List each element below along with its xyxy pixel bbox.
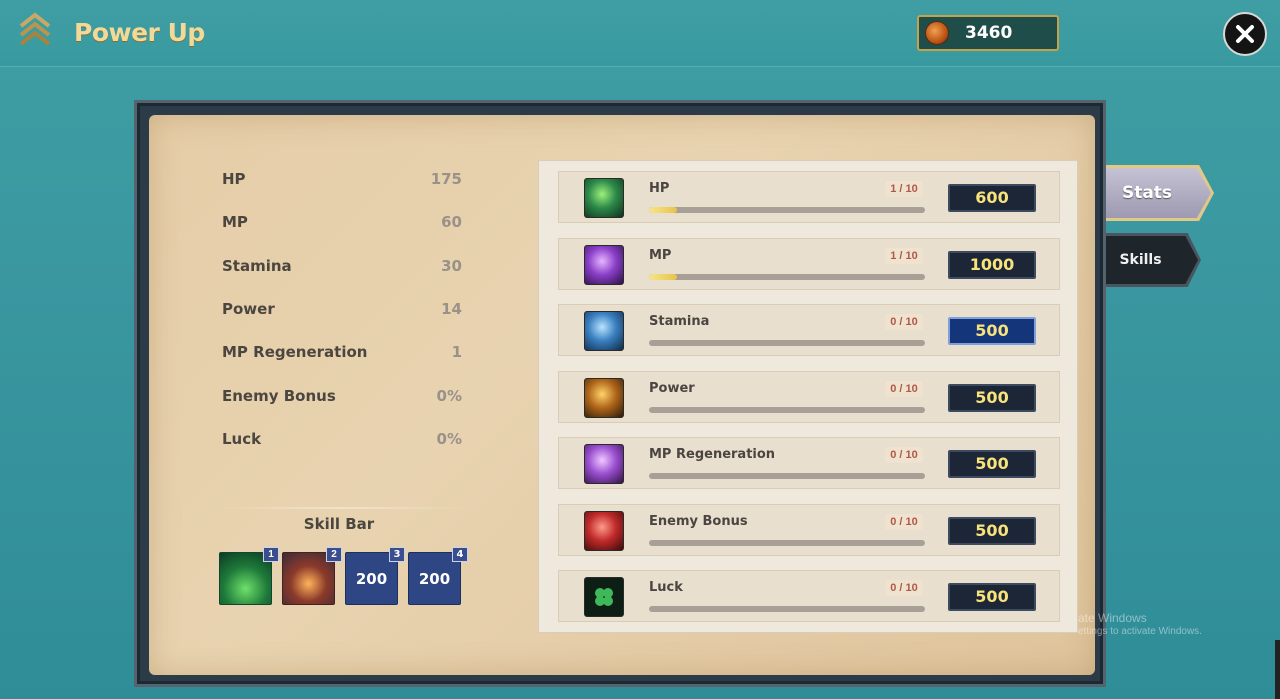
upgrade-row-luck: Luck 0 / 10 500: [558, 570, 1060, 622]
upgrade-buy-button[interactable]: 500: [948, 384, 1036, 412]
tab-skills[interactable]: Skills: [1093, 236, 1198, 284]
stat-row-hp: HP 175: [222, 168, 462, 190]
upgrade-buy-button[interactable]: 500: [948, 583, 1036, 611]
upgrade-row-stamina: Stamina 0 / 10 500: [558, 304, 1060, 356]
clover-shape: [595, 588, 613, 606]
tab-stats[interactable]: Stats: [1093, 168, 1211, 218]
rank-chevron-icon: [19, 12, 51, 46]
stat-label: HP: [222, 170, 246, 188]
stat-label: Power: [222, 300, 275, 318]
upgrade-buy-button[interactable]: 500: [948, 450, 1036, 478]
stat-label: MP: [222, 213, 248, 231]
upgrade-buy-button[interactable]: 500: [948, 317, 1036, 345]
upgrade-level: 0 / 10: [885, 381, 923, 397]
windows-activation-watermark: ate Windows ettings to activate Windows.: [1078, 611, 1202, 639]
upgrade-progress-track: [649, 274, 925, 280]
stat-label: MP Regeneration: [222, 343, 368, 361]
screen-edge: [1275, 640, 1280, 699]
stat-row-mp: MP 60: [222, 211, 462, 233]
currency-display: 3460: [917, 15, 1059, 51]
hp-orb-icon: [584, 178, 624, 218]
upgrade-row-hp: HP 1 / 10 600: [558, 171, 1060, 223]
stat-row-enemy-bonus: Enemy Bonus 0%: [222, 385, 462, 407]
enemy-bonus-crystal-icon: [584, 511, 624, 551]
upgrade-row-power: Power 0 / 10 500: [558, 371, 1060, 423]
slot-cost: 200: [418, 569, 451, 588]
skill-bar-title: Skill Bar: [303, 515, 375, 533]
mp-orb-icon: [584, 245, 624, 285]
upgrade-name: HP: [649, 181, 670, 196]
mp-regen-orb-icon: [584, 444, 624, 484]
page-title: Power Up: [74, 18, 205, 47]
upgrade-name: Power: [649, 381, 695, 396]
upgrade-name: Luck: [649, 580, 683, 595]
upgrade-progress-track: [649, 473, 925, 479]
upgrade-level: 1 / 10: [885, 181, 923, 197]
close-icon: [1236, 25, 1254, 43]
upgrade-name: MP Regeneration: [649, 447, 776, 462]
upgrade-row-enemy-bonus: Enemy Bonus 0 / 10 500: [558, 504, 1060, 556]
upgrade-row-mp: MP 1 / 10 1000: [558, 238, 1060, 290]
upgrade-name: MP: [649, 248, 672, 263]
stat-label: Enemy Bonus: [222, 387, 336, 405]
upgrade-progress-track: [649, 606, 925, 612]
stat-value: 30: [441, 257, 462, 275]
parchment-background: HP 175 MP 60 Stamina 30 Power 14 MP Rege…: [149, 115, 1095, 675]
skill-slot-3[interactable]: 200 3: [345, 547, 405, 605]
upgrade-level: 0 / 10: [885, 447, 923, 463]
currency-value: 3460: [965, 23, 1013, 43]
upgrade-progress-fill: [649, 274, 677, 280]
stat-value: 60: [441, 213, 462, 231]
upgrade-name: Enemy Bonus: [649, 514, 748, 529]
stat-row-stamina: Stamina 30: [222, 255, 462, 277]
stat-value: 0%: [436, 387, 462, 405]
power-orb-icon: [584, 378, 624, 418]
slot-number: 1: [263, 547, 279, 562]
skill-slot-4[interactable]: 200 4: [408, 547, 468, 605]
stat-row-luck: Luck 0%: [222, 428, 462, 450]
upgrade-progress-track: [649, 207, 925, 213]
upgrade-buy-button[interactable]: 600: [948, 184, 1036, 212]
slot-number: 2: [326, 547, 342, 562]
power-up-panel: HP 175 MP 60 Stamina 30 Power 14 MP Rege…: [134, 100, 1106, 687]
divider: [211, 507, 473, 509]
close-button[interactable]: [1223, 12, 1267, 56]
upgrade-level: 0 / 10: [885, 580, 923, 596]
slot-number: 3: [389, 547, 405, 562]
stat-row-power: Power 14: [222, 298, 462, 320]
coin-icon: [925, 21, 949, 45]
stat-value: 0%: [436, 430, 462, 448]
slot-cost: 200: [355, 569, 388, 588]
stat-label: Luck: [222, 430, 262, 448]
skill-slot-1[interactable]: 1: [219, 547, 279, 605]
top-bar: Power Up 3460: [0, 0, 1280, 67]
watermark-line-2: ettings to activate Windows.: [1078, 626, 1202, 637]
upgrade-progress-fill: [649, 207, 677, 213]
upgrade-level: 0 / 10: [885, 314, 923, 330]
upgrade-progress-track: [649, 340, 925, 346]
stamina-orb-icon: [584, 311, 624, 351]
clover-icon: [584, 577, 624, 617]
stat-value: 14: [441, 300, 462, 318]
upgrade-name: Stamina: [649, 314, 710, 329]
slot-number: 4: [452, 547, 468, 562]
upgrade-row-mp-regeneration: MP Regeneration 0 / 10 500: [558, 437, 1060, 489]
upgrade-buy-button[interactable]: 500: [948, 517, 1036, 545]
upgrade-list: HP 1 / 10 600 MP 1 / 10 1000 Stamina 0 /…: [538, 160, 1078, 633]
upgrade-buy-button[interactable]: 1000: [948, 251, 1036, 279]
upgrade-progress-track: [649, 540, 925, 546]
stat-value: 1: [451, 343, 462, 361]
watermark-line-1: ate Windows: [1078, 611, 1147, 625]
upgrade-progress-track: [649, 407, 925, 413]
upgrade-level: 0 / 10: [885, 514, 923, 530]
stat-label: Stamina: [222, 257, 292, 275]
stat-row-mp-regeneration: MP Regeneration 1: [222, 341, 462, 363]
skill-slot-2[interactable]: 2: [282, 547, 342, 605]
upgrade-level: 1 / 10: [885, 248, 923, 264]
stat-value: 175: [430, 170, 462, 188]
